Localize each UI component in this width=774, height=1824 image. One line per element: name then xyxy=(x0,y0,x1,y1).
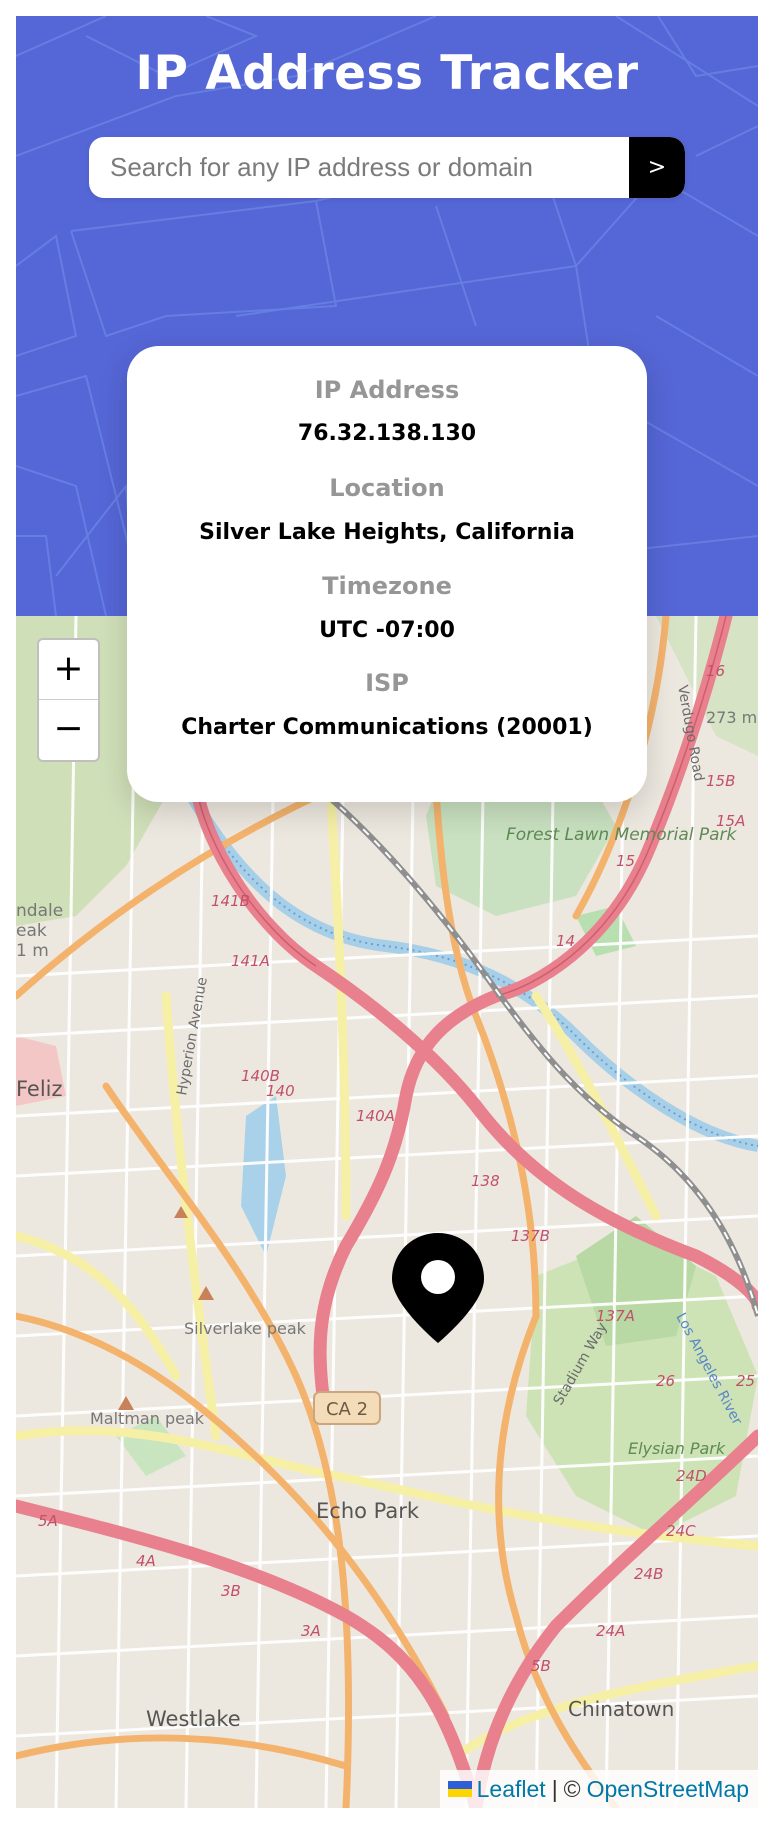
search-submit-button[interactable]: > xyxy=(629,137,685,198)
dale-label: ndale xyxy=(16,901,63,921)
zoom-in-button[interactable]: + xyxy=(39,640,98,700)
search-input[interactable] xyxy=(89,137,629,198)
ip-address-label: IP Address xyxy=(314,376,460,404)
elysian-park-label: Elysian Park xyxy=(628,1439,726,1458)
copyright-symbol: © xyxy=(563,1776,581,1802)
eak-label: eak xyxy=(16,921,47,941)
chinatown-label: Chinatown xyxy=(568,1697,674,1721)
timezone-label: Timezone xyxy=(322,572,452,600)
echo-park-label: Echo Park xyxy=(316,1499,420,1523)
isp-label: ISP xyxy=(365,669,409,697)
m1-label: 1 m xyxy=(16,941,49,961)
westlake-label: Westlake xyxy=(146,1707,241,1731)
ip-info-card: IP Address 76.32.138.130 Location Silver… xyxy=(127,346,647,802)
location-pin-icon[interactable] xyxy=(392,1233,484,1343)
openstreetmap-link[interactable]: OpenStreetMap xyxy=(587,1770,749,1808)
ukraine-flag-icon xyxy=(447,1781,472,1797)
zoom-control: + − xyxy=(37,638,100,762)
m273-label: 273 m xyxy=(706,708,757,727)
feliz-label: Feliz xyxy=(16,1077,63,1101)
search-bar: > xyxy=(89,137,685,198)
page-title: IP Address Tracker xyxy=(135,46,639,101)
ip-address-value: 76.32.138.130 xyxy=(297,421,477,446)
location-value: Silver Lake Heights, California xyxy=(199,520,575,545)
location-label: Location xyxy=(329,474,445,502)
leaflet-link[interactable]: Leaflet xyxy=(477,1770,546,1808)
maltman-peak-label: Maltman peak xyxy=(90,1409,205,1428)
forest-lawn-label: Forest Lawn Memorial Park xyxy=(506,825,738,845)
isp-value: Charter Communications (20001) xyxy=(181,715,593,740)
attribution-separator: | xyxy=(551,1776,558,1802)
silverlake-peak-label: Silverlake peak xyxy=(184,1319,307,1338)
zoom-out-button[interactable]: − xyxy=(39,700,98,760)
ca2-label: CA 2 xyxy=(326,1399,368,1420)
app-frame: IP Address Tracker > xyxy=(16,16,758,1808)
timezone-value: UTC -07:00 xyxy=(319,618,455,643)
map-attribution: Leaflet | © OpenStreetMap xyxy=(439,1770,758,1808)
